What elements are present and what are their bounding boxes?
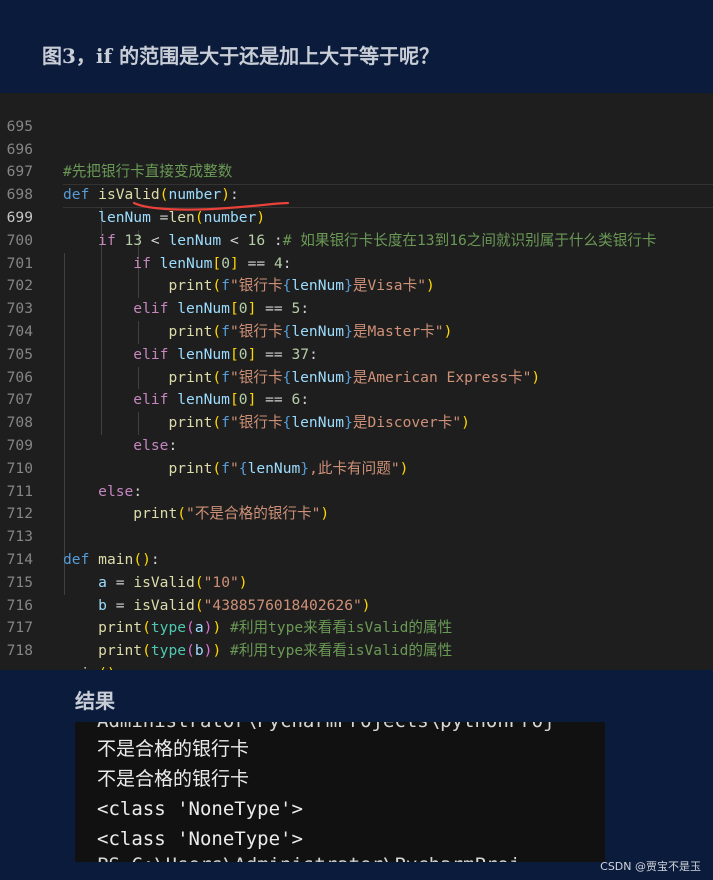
red-underline-annotation xyxy=(132,201,290,211)
result-heading: 结果 xyxy=(75,689,115,713)
code-line: 717 print(type(b)) #利用type来看看isValid的属性 xyxy=(0,595,713,659)
code-line: 703 print(f"银行卡{lenNum}是Master卡") xyxy=(0,275,713,340)
code-line: 709 print(f"{lenNum},此卡有问题") xyxy=(0,412,713,477)
terminal-line: PS C:\Users\Administrator\PycharmProj xyxy=(97,854,520,862)
terminal-line: <class 'NoneType'> xyxy=(97,798,303,820)
code-line: 711 print("不是合格的银行卡") xyxy=(0,458,713,523)
code-line: 712 xyxy=(0,481,713,522)
page-heading: 图3，if 的范围是大于还是加上大于等于呢？ xyxy=(42,44,440,68)
code-line: 697 def isValid(number): xyxy=(0,139,713,203)
terminal-line: 不是合格的银行卡 xyxy=(97,768,250,790)
function-call: print xyxy=(98,642,143,660)
line-number: 718 xyxy=(6,642,33,660)
code-line-current: 699 if 13 < lenNum < 16 :# 如果银行卡长度在13到16… xyxy=(0,184,713,249)
argument: b xyxy=(194,642,204,660)
terminal-output: Administrator\PycharmProjects\pythonProj… xyxy=(75,722,605,862)
terminal-line: <class 'NoneType'> xyxy=(97,828,303,850)
code-editor[interactable]: 695 696 #先把银行卡直接变成整数 697 def isValid(num… xyxy=(0,93,713,670)
code-line: 702 elif lenNum[0] == 5: xyxy=(0,253,713,317)
code-line: 716 print(type(a)) #利用type来看看isValid的属性 xyxy=(0,572,713,637)
code-line: 715 b = isValid("4388576018402626") xyxy=(0,549,713,614)
code-line: 705 print(f"银行卡{lenNum}是American Express… xyxy=(0,321,713,386)
builtin-type: type xyxy=(150,642,187,660)
code-line: 714 a = isValid("10") xyxy=(0,526,713,591)
code-comment: #利用type来看看isValid的属性 xyxy=(230,642,453,660)
code-line: 710 else: xyxy=(0,435,713,500)
code-line: 707 print(f"银行卡{lenNum}是Discover卡") xyxy=(0,367,713,431)
terminal-line: Administrator\PycharmProjects\pythonProj xyxy=(97,722,555,732)
terminal-line: 不是合格的银行卡 xyxy=(97,738,250,760)
code-line: 708 else: xyxy=(0,389,713,454)
code-line: 713 def main(): xyxy=(0,503,713,568)
code-line: 695 xyxy=(0,93,713,135)
code-line: 696 #先把银行卡直接变成整数 xyxy=(0,116,713,181)
code-line: 718 main() xyxy=(0,617,713,670)
code-line: 698 lenNum =len(number) xyxy=(0,161,713,226)
code-line: 704 elif lenNum[0] == 37: xyxy=(0,298,713,363)
code-line: 701 print(f"银行卡{lenNum}是Visa卡") xyxy=(0,230,713,295)
code-line: 700 if lenNum[0] == 4: xyxy=(0,207,713,272)
code-line: 706 elif lenNum[0] == 6: xyxy=(0,344,713,409)
watermark: CSDN @贾宝不是玉 xyxy=(600,860,701,873)
function-call: main xyxy=(63,665,98,670)
